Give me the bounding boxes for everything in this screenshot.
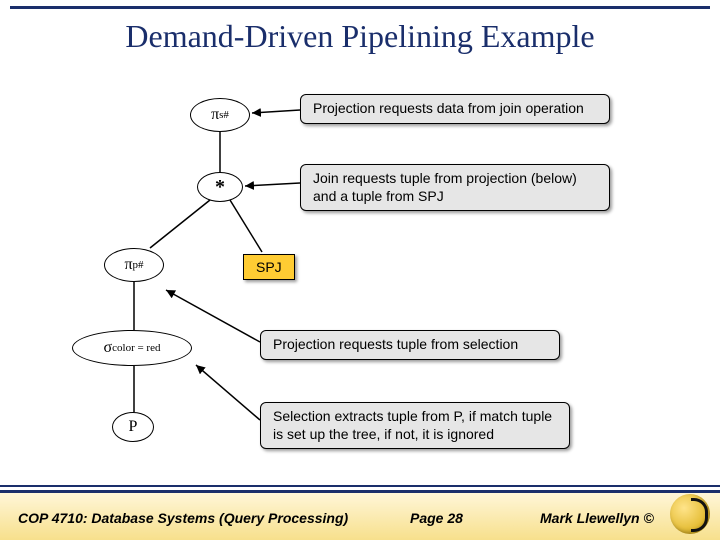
pi-p-symbol: π bbox=[124, 257, 132, 273]
annotation-projection-selection: Projection requests tuple from selection bbox=[260, 330, 560, 360]
slide-title: Demand-Driven Pipelining Example bbox=[0, 18, 720, 55]
annotation-selection-p: Selection extracts tuple from P, if matc… bbox=[260, 402, 570, 449]
pi-s-subscript: s# bbox=[219, 110, 229, 121]
footer-band: COP 4710: Database Systems (Query Proces… bbox=[0, 490, 720, 540]
footer-course: COP 4710: Database Systems (Query Proces… bbox=[18, 510, 348, 526]
footer-rule bbox=[0, 485, 720, 487]
top-rule bbox=[10, 6, 710, 9]
ucf-logo-icon bbox=[670, 494, 710, 534]
pi-p-subscript: p# bbox=[133, 260, 144, 271]
footer-author: Mark Llewellyn © bbox=[540, 510, 654, 526]
node-sigma: σcolor = red bbox=[72, 330, 192, 366]
footer-page: Page 28 bbox=[410, 510, 463, 526]
node-pi-p: πp# bbox=[104, 248, 164, 282]
sigma-subscript: color = red bbox=[112, 343, 160, 354]
diagram-area: πs# Projection requests data from join o… bbox=[0, 80, 720, 480]
annotation-projection-join: Projection requests data from join opera… bbox=[300, 94, 610, 124]
node-p: P bbox=[112, 412, 154, 442]
annotation-join: Join requests tuple from projection (bel… bbox=[300, 164, 610, 211]
node-pi-s: πs# bbox=[190, 98, 250, 132]
node-spj: SPJ bbox=[243, 254, 295, 280]
node-join: * bbox=[197, 172, 243, 202]
pi-s-symbol: π bbox=[211, 107, 219, 123]
sigma-symbol: σ bbox=[104, 340, 113, 356]
